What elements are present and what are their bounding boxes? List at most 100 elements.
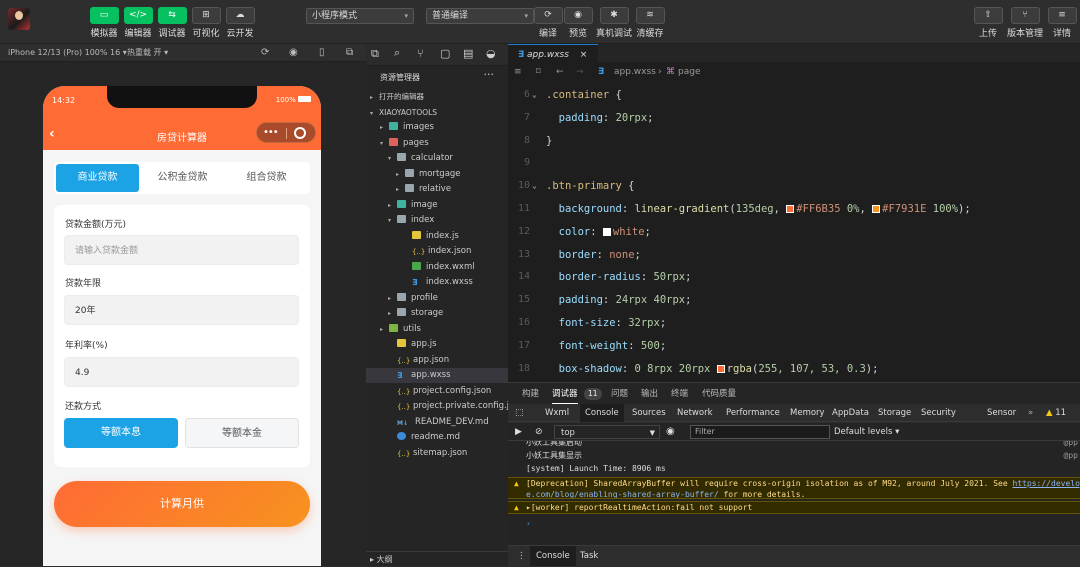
device-select[interactable]: iPhone 12/13 (Pro) 100% 16 ▾ — [8, 44, 127, 62]
tree-item[interactable]: ▸ storage — [366, 306, 508, 321]
warning-indicator[interactable]: ▲ 11 — [1046, 404, 1066, 422]
compile-select[interactable]: 普通编译 ▾ — [426, 8, 534, 24]
devtools-tab-security[interactable]: Security — [916, 404, 961, 422]
console-filter-input[interactable]: Filter — [690, 425, 830, 439]
outline-section[interactable]: ▸ 大纲 — [366, 551, 508, 566]
more-icon[interactable]: ··· — [484, 68, 495, 81]
tree-item[interactable]: ▾ calculator — [366, 151, 508, 166]
drawer-tab-task[interactable]: Task — [580, 546, 598, 566]
devtools-tab-sources[interactable]: Sources — [627, 404, 671, 422]
tree-item[interactable]: ▸ relative — [366, 182, 508, 197]
tab-problems[interactable]: 问题 — [611, 383, 628, 405]
eye-button[interactable]: ◉ 预览 — [560, 7, 596, 39]
phone-icon[interactable]: ▯ — [319, 44, 325, 62]
tree-item[interactable]: ∃ index.wxss — [366, 275, 508, 290]
tab-combined-loan[interactable]: 组合贷款 — [225, 164, 308, 192]
toolbar-cloud-button[interactable]: ☁ 云开发 — [222, 7, 258, 39]
clear-icon[interactable]: ⊘ — [535, 423, 543, 441]
popout-icon[interactable]: ⧉ — [346, 44, 353, 62]
rate-input[interactable]: 4.9 — [64, 357, 299, 387]
debug-icon[interactable]: ▢ — [440, 47, 450, 60]
search-icon[interactable]: ⌕ — [394, 46, 400, 60]
tab-code-quality[interactable]: 代码质量 — [702, 383, 736, 405]
devtools-tab-wxml[interactable]: Wxml — [540, 404, 574, 422]
branch-button[interactable]: ⑂ 版本管理 — [1007, 7, 1043, 39]
menu-button[interactable]: ≡ 详情 — [1044, 7, 1080, 39]
docker-icon[interactable]: ◒ — [486, 47, 496, 60]
tree-item[interactable]: ▸ profile — [366, 291, 508, 306]
tree-item[interactable]: {..} project.config.json — [366, 384, 508, 399]
devtools-tab-memory[interactable]: Memory — [785, 404, 830, 422]
toolbar-phone-button[interactable]: ▭ 模拟器 — [86, 7, 122, 39]
tab-debugger[interactable]: 调试器 — [552, 385, 578, 404]
explorer-section[interactable]: ▾ XIAOYAOTOOLS — [366, 105, 508, 120]
tree-item[interactable]: ▸ images — [366, 120, 508, 135]
mode-select[interactable]: 小程序模式 ▾ — [306, 8, 414, 24]
tree-item[interactable]: index.js — [366, 229, 508, 244]
calculate-button[interactable]: 计算月供 — [54, 481, 310, 527]
fold-chevron-icon[interactable]: ⌄ — [532, 84, 537, 106]
color-swatch[interactable] — [602, 227, 611, 236]
tab-fund-loan[interactable]: 公积金贷款 — [141, 164, 224, 192]
more-dots-icon[interactable]: ••• — [263, 127, 279, 138]
toolbar-code-button[interactable]: </> 编辑器 — [120, 7, 156, 39]
tree-item[interactable]: {..}project.private.config.js... — [366, 399, 508, 414]
tree-item[interactable]: {..} index.json — [366, 244, 508, 259]
tree-item[interactable]: ▸ utils — [366, 322, 508, 337]
close-circle-icon[interactable] — [294, 127, 306, 139]
bug-button[interactable]: ✱ 真机调试 — [596, 7, 632, 39]
tree-item[interactable]: ▸ image — [366, 198, 508, 213]
console-link[interactable]: https://developer — [1012, 479, 1080, 488]
tree-item[interactable]: ▾ index — [366, 213, 508, 228]
tree-item[interactable]: index.wxml — [366, 260, 508, 275]
context-select[interactable]: top ▼ — [554, 425, 660, 439]
method-equal-installment-button[interactable]: 等额本息 — [64, 418, 178, 448]
eye-icon[interactable]: ◉ — [666, 423, 675, 441]
tree-item[interactable]: ∃ app.wxss — [366, 368, 508, 383]
console-source-link[interactable]: @pp — [1064, 450, 1078, 461]
capsule-menu[interactable]: ••• — [256, 122, 316, 143]
upload-button[interactable]: ⇧ 上传 — [970, 7, 1006, 39]
more-tabs-icon[interactable]: » — [1028, 404, 1033, 422]
bookmark-icon[interactable]: ⌑ — [536, 62, 541, 82]
tab-output[interactable]: 输出 — [641, 383, 658, 405]
console-source-link[interactable]: @pp — [1064, 441, 1078, 448]
fold-chevron-icon[interactable]: ⌄ — [532, 175, 537, 197]
layers-button[interactable]: ≋ 清缓存 — [632, 7, 668, 39]
amount-input[interactable]: 请输入贷款金额 — [64, 235, 299, 265]
tab-commercial-loan[interactable]: 商业贷款 — [56, 164, 139, 192]
console-prompt[interactable]: › — [508, 518, 1080, 529]
color-swatch[interactable] — [716, 364, 725, 373]
tree-item[interactable]: readme.md — [366, 430, 508, 445]
breadcrumb-symbol[interactable]: page — [678, 62, 700, 82]
record-icon[interactable]: ◉ — [289, 44, 298, 62]
tree-item[interactable]: ▾ pages — [366, 136, 508, 151]
devtools-tab-sensor[interactable]: Sensor — [982, 404, 1021, 422]
back-icon[interactable]: ← — [556, 62, 564, 82]
drawer-tab-console[interactable]: Console — [530, 546, 576, 566]
color-swatch[interactable] — [872, 205, 881, 213]
sidebar-toggle-icon[interactable]: ▶ — [515, 423, 522, 441]
user-avatar[interactable] — [8, 8, 30, 30]
explorer-section[interactable]: ▸ 打开的编辑器 — [366, 89, 508, 104]
hotreload-toggle[interactable]: 热重载 开 ▾ — [127, 44, 168, 62]
console-link[interactable]: e.com/blog/enabling-shared-array-buffer/ — [526, 490, 719, 498]
toolbar-layout-button[interactable]: ⊞ 可视化 — [188, 7, 224, 39]
tab-build[interactable]: 构建 — [522, 383, 539, 405]
source-control-icon[interactable]: ⑂ — [417, 47, 424, 60]
tree-item[interactable]: ▸ mortgage — [366, 167, 508, 182]
tree-item[interactable]: {..} sitemap.json — [366, 446, 508, 461]
devtools-tab-network[interactable]: Network — [672, 404, 718, 422]
breadcrumb-file[interactable]: app.wxss — [614, 62, 656, 82]
list-icon[interactable]: ≡ — [514, 62, 522, 82]
forward-icon[interactable]: → — [576, 62, 584, 82]
toolbar-debug-button[interactable]: ⇆ 调试器 — [154, 7, 190, 39]
tree-item[interactable]: {..} app.json — [366, 353, 508, 368]
code-editor[interactable]: 6 ⌄ .container {7 padding: 20rpx; 8} 9 10 ⌄ .bt… — [508, 82, 1080, 382]
files-icon[interactable]: ⧉ — [371, 47, 379, 61]
inspect-icon[interactable]: ⬚ — [515, 404, 524, 422]
rotate-icon[interactable]: ⟳ — [261, 44, 269, 62]
extensions-icon[interactable]: ▤ — [463, 47, 473, 60]
close-icon[interactable]: × — [580, 50, 588, 60]
devtools-tab-console[interactable]: Console — [580, 404, 624, 422]
